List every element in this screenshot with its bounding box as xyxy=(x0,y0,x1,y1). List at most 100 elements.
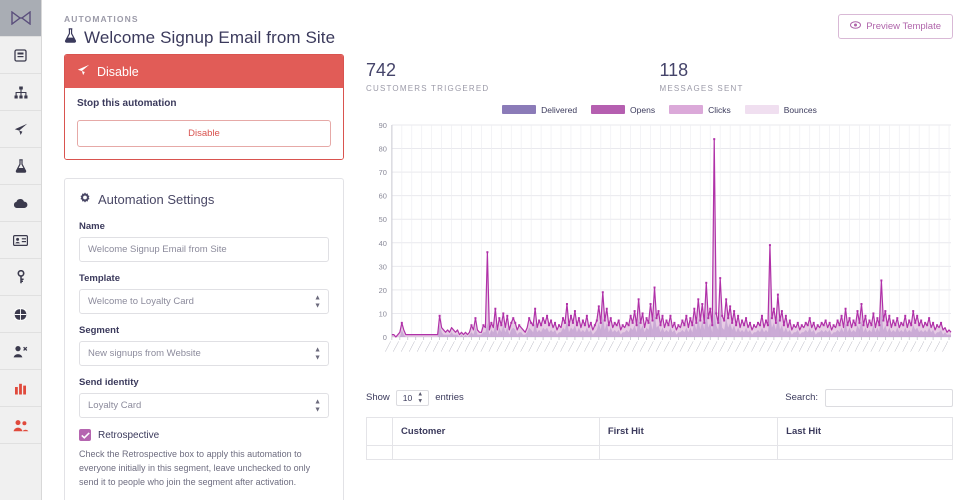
legend-swatch xyxy=(502,105,537,115)
legend-item-opens: Opens xyxy=(591,105,655,115)
sidebar-item-user-remove[interactable] xyxy=(0,333,41,370)
automation-settings-panel: Automation Settings Name Template ▲▼ xyxy=(64,178,344,500)
entries-per-page-select[interactable]: 10 ▲ ▼ xyxy=(395,389,430,406)
svg-text:90: 90 xyxy=(379,121,387,130)
flask-icon xyxy=(64,28,77,48)
preview-template-button[interactable]: Preview Template xyxy=(838,14,953,39)
butterfly-logo-icon xyxy=(10,11,31,25)
disable-automation-panel: Disable Stop this automation Disable xyxy=(64,54,344,160)
legend-label: Bounces xyxy=(783,104,817,115)
template-select-wrap: ▲▼ xyxy=(79,289,329,314)
legend-item-bounces: Bounces xyxy=(744,104,817,115)
settings-column: Disable Stop this automation Disable Aut… xyxy=(64,54,344,500)
retrospective-row: Retrospective xyxy=(79,429,329,441)
sidebar-item-automations[interactable] xyxy=(0,148,41,185)
retrospective-checkbox[interactable] xyxy=(79,429,91,441)
svg-text:80: 80 xyxy=(379,144,387,153)
table-header-row: Customer First Hit Last Hit xyxy=(366,416,953,446)
show-entries-control: Show 10 ▲ ▼ entries xyxy=(366,389,464,406)
svg-text:––––: –––– xyxy=(940,340,951,353)
chevron-updown-icon: ▲ ▼ xyxy=(417,391,424,405)
preview-template-label: Preview Template xyxy=(866,21,941,32)
entries-value: 10 xyxy=(402,392,413,403)
hits-table: Customer First Hit Last Hit xyxy=(366,416,953,460)
cell-last-hit xyxy=(777,444,953,460)
retrospective-label: Retrospective xyxy=(98,429,160,441)
key-icon xyxy=(15,270,27,284)
dashboard-icon xyxy=(14,48,27,62)
entries-label: entries xyxy=(435,392,464,404)
name-label: Name xyxy=(79,221,105,232)
svg-text:70: 70 xyxy=(379,168,387,177)
retrospective-help-text: Check the Retrospective box to apply thi… xyxy=(79,449,311,487)
page-title: Welcome Signup Email from Site xyxy=(64,28,335,48)
stat-label: MESSAGES SENT xyxy=(659,83,744,93)
th-last-hit[interactable]: Last Hit xyxy=(777,416,953,446)
globe-icon xyxy=(14,307,27,321)
sidebar-item-audiences[interactable] xyxy=(0,407,41,444)
th-customer[interactable]: Customer xyxy=(392,416,600,446)
paper-plane-icon xyxy=(77,64,90,79)
svg-text:10: 10 xyxy=(379,309,387,318)
segment-select[interactable] xyxy=(79,341,329,366)
sidebar-item-cloud[interactable] xyxy=(0,185,41,222)
cell-select xyxy=(366,444,393,460)
legend-item-clicks: Clicks xyxy=(669,105,731,115)
show-label: Show xyxy=(366,392,390,404)
sidebar-item-contacts[interactable] xyxy=(0,222,41,259)
svg-text:20: 20 xyxy=(379,286,387,295)
disable-panel-body: Stop this automation Disable xyxy=(65,88,343,159)
stats-row: 742 CUSTOMERS TRIGGERED 118 MESSAGES SEN… xyxy=(366,54,953,93)
th-first-hit[interactable]: First Hit xyxy=(599,416,779,446)
chart-legend: Delivered Opens Clicks Bounces xyxy=(366,105,953,115)
field-group-template: Template ▲▼ xyxy=(79,273,329,314)
template-label: Template xyxy=(79,273,121,284)
send-identity-select[interactable] xyxy=(79,393,329,418)
content-area: Disable Stop this automation Disable Aut… xyxy=(42,54,975,500)
cell-customer xyxy=(392,444,600,460)
sidebar-item-reports[interactable] xyxy=(0,370,41,407)
search-input[interactable] xyxy=(825,388,953,407)
segment-select-wrap: ▲▼ xyxy=(79,341,329,366)
app-root: AUTOMATIONS Welcome Signup Email from Si… xyxy=(0,0,975,500)
cloud-icon xyxy=(13,198,28,209)
legend-swatch xyxy=(669,105,704,115)
bar-chart-icon xyxy=(14,382,27,395)
disable-panel-title: Disable xyxy=(97,64,139,79)
sitemap-icon xyxy=(14,86,28,99)
legend-swatch xyxy=(591,105,626,115)
search-label: Search: xyxy=(785,392,818,404)
chart-canvas: 0102030405060708090–––––––––––––––––––––… xyxy=(379,121,952,353)
left-nav-sidebar xyxy=(0,0,42,500)
stat-messages-sent: 118 MESSAGES SENT xyxy=(660,60,954,93)
th-select[interactable] xyxy=(366,416,393,446)
sidebar-item-logo[interactable] xyxy=(0,0,41,37)
user-times-icon xyxy=(13,345,28,358)
sidebar-item-campaigns[interactable] xyxy=(0,111,41,148)
field-group-send-identity: Send identity ▲▼ xyxy=(79,377,329,418)
users-icon xyxy=(13,419,29,432)
gear-icon xyxy=(79,192,91,207)
breadcrumb: AUTOMATIONS xyxy=(64,14,139,24)
disable-panel-header: Disable xyxy=(65,55,343,88)
legend-label: Delivered xyxy=(541,104,578,115)
main-content: AUTOMATIONS Welcome Signup Email from Si… xyxy=(42,0,975,500)
page-header: AUTOMATIONS Welcome Signup Email from Si… xyxy=(42,0,975,54)
disable-button[interactable]: Disable xyxy=(77,120,331,147)
table-row[interactable] xyxy=(366,444,953,460)
stop-automation-label: Stop this automation xyxy=(77,98,177,109)
page-title-text: Welcome Signup Email from Site xyxy=(84,28,336,47)
analytics-column: 742 CUSTOMERS TRIGGERED 118 MESSAGES SEN… xyxy=(366,54,953,500)
sidebar-item-globe[interactable] xyxy=(0,296,41,333)
legend-label: Clicks xyxy=(708,104,731,115)
sidebar-item-dashboard[interactable] xyxy=(0,37,41,74)
template-select[interactable] xyxy=(79,289,329,314)
search-control: Search: xyxy=(785,388,953,407)
svg-text:50: 50 xyxy=(379,215,387,224)
sidebar-item-keys[interactable] xyxy=(0,259,41,296)
name-input[interactable] xyxy=(79,237,329,262)
sidebar-item-hierarchy[interactable] xyxy=(0,74,41,111)
svg-text:0: 0 xyxy=(383,333,387,342)
stat-customers-triggered: 742 CUSTOMERS TRIGGERED xyxy=(366,60,660,93)
legend-item-delivered: Delivered xyxy=(502,105,577,115)
